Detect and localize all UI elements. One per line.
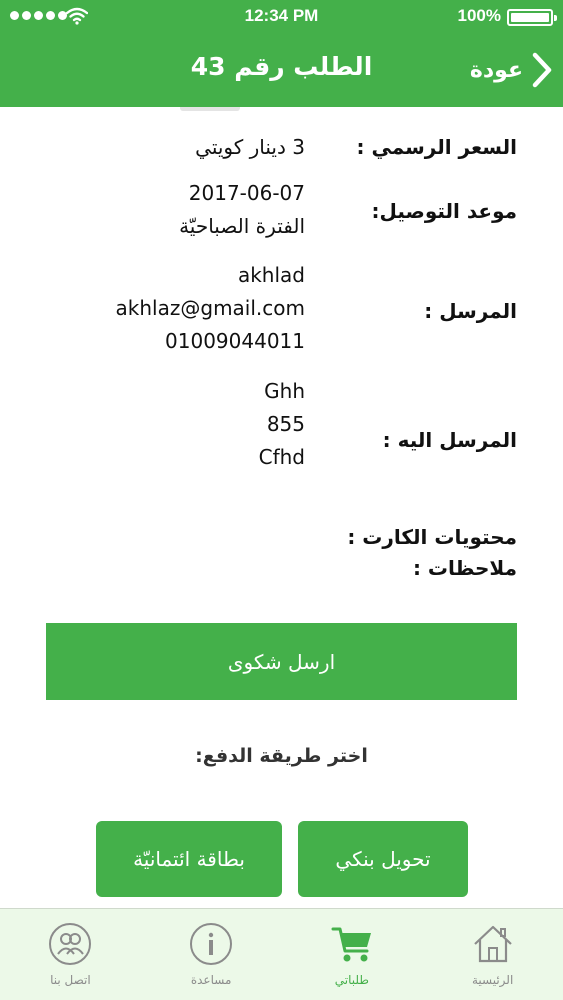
delivery-label: موعد التوصيل: [371,199,517,223]
tab-help[interactable]: مساعدة [141,909,282,1000]
recipient-row: المرسل اليه : Ghh 855 Cfhd [0,375,563,475]
tab-home[interactable]: الرئيسية [422,909,563,1000]
recipient-label: المرسل اليه : [382,428,517,452]
chevron-right-icon [532,52,552,88]
back-button-label: عودة [469,57,523,83]
battery-icon [507,9,557,26]
sender-name: akhlad [237,263,305,287]
delivery-period: الفترة الصباحيّة [179,214,305,238]
bank-transfer-button[interactable]: تحويل بنكي [298,821,468,897]
send-complaint-button[interactable]: ارسل شكوى [46,623,517,700]
delivery-date: 2017-06-07 [188,181,305,205]
home-icon [473,925,512,963]
info-icon [190,923,233,965]
sender-email: akhlaz@gmail.com [115,296,305,320]
scroll-indicator [180,107,240,111]
tab-contact-label: اتصل بنا [50,973,91,987]
battery-percentage: 100% [457,6,501,25]
notes-label: ملاحظات : [412,556,517,580]
price-value: 3 دينار كويتي [195,135,305,159]
tab-orders-label: طلباتي [334,973,369,987]
cart-contents-label: محتويات الكارت : [347,525,517,549]
status-bar: 12:34 PM 100% [0,0,563,34]
order-details[interactable]: السعر الرسمي : 3 دينار كويتي موعد التوصي… [0,107,563,908]
credit-card-button[interactable]: بطاقة ائتمانيّة [96,821,282,897]
tab-bar: اتصل بنا مساعدة طلباتي الرئيسية [0,908,563,1000]
sender-label: المرسل : [424,299,517,323]
tab-contact[interactable]: اتصل بنا [0,909,141,1000]
delivery-row: موعد التوصيل: 2017-06-07 الفترة الصباحيّ… [0,177,563,247]
tab-help-label: مساعدة [190,973,232,987]
payment-method-label: اختر طريقة الدفع: [195,745,368,767]
price-label: السعر الرسمي : [356,135,518,159]
shopping-cart-icon [331,927,371,962]
sender-row: المرسل : akhlad akhlaz@gmail.com 0100904… [0,259,563,359]
tab-orders[interactable]: طلباتي [282,909,423,1000]
contacts-icon [49,923,92,965]
tab-home-label: الرئيسية [471,973,514,987]
recipient-line-1: Ghh [264,379,305,403]
recipient-line-3: Cfhd [258,445,305,469]
sender-phone: 01009044011 [165,329,305,353]
back-button[interactable]: عودة [470,50,553,90]
price-row: السعر الرسمي : 3 دينار كويتي [0,131,563,171]
navigation-bar: الطلب رقم 43 عودة [0,34,563,107]
recipient-line-2: 855 [266,412,305,436]
